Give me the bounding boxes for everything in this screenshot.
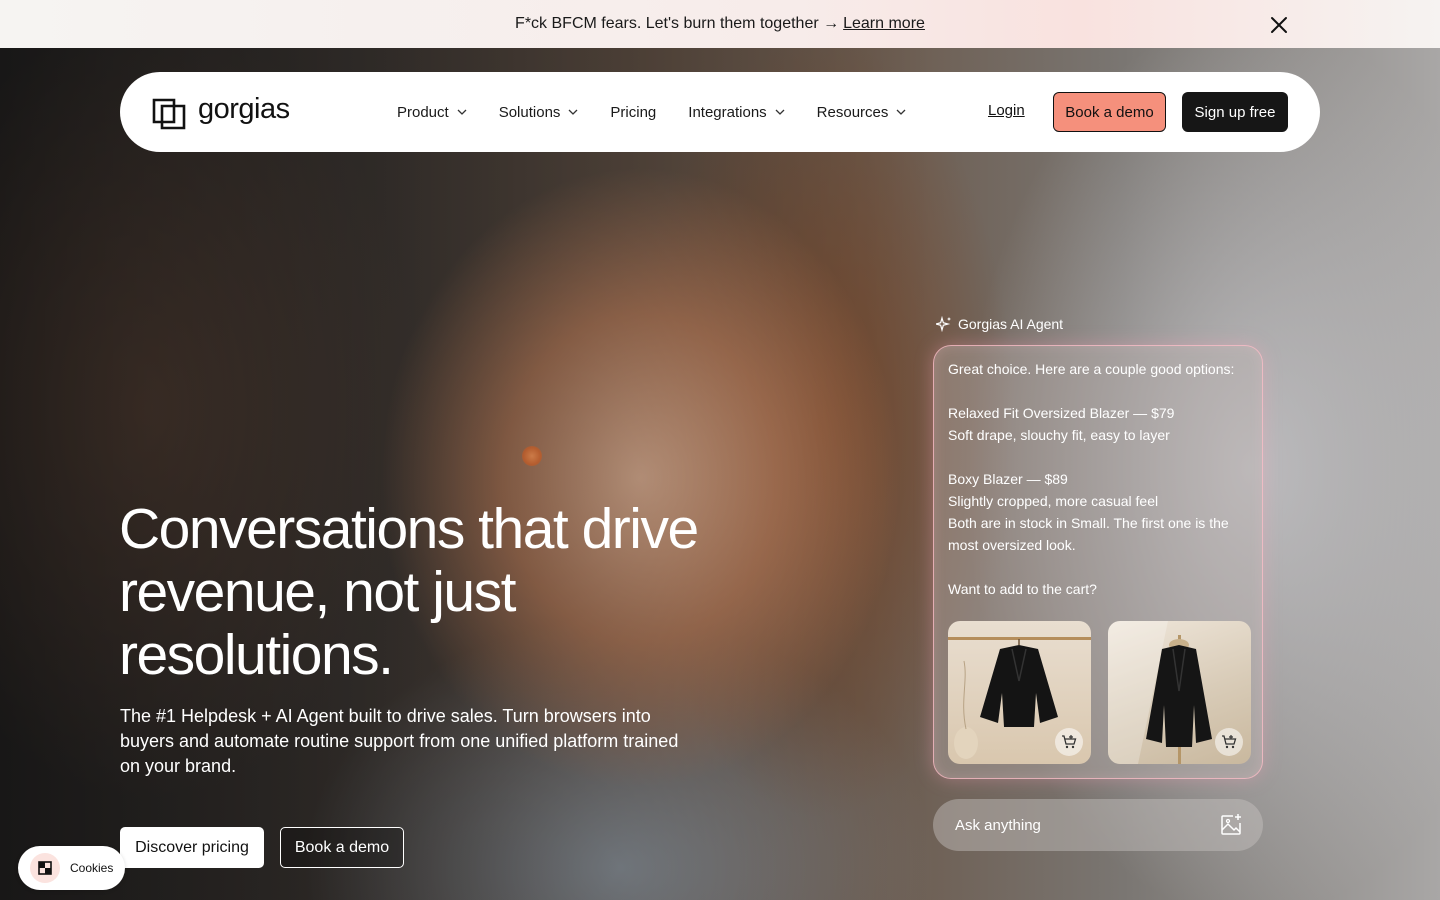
product-card-relaxed-blazer[interactable] bbox=[948, 621, 1091, 764]
chat-option1-title: Relaxed Fit Oversized Blazer — $79 bbox=[948, 405, 1175, 421]
nav-item-pricing[interactable]: Pricing bbox=[610, 104, 656, 121]
chat-intro: Great choice. Here are a couple good opt… bbox=[948, 361, 1235, 377]
nav-item-label: Product bbox=[397, 103, 449, 121]
discover-pricing-button[interactable]: Discover pricing bbox=[120, 827, 264, 868]
announcement-learn-more-link[interactable]: Learn more bbox=[843, 15, 925, 33]
login-link[interactable]: Login bbox=[988, 102, 1025, 119]
nav-item-label: Solutions bbox=[498, 103, 561, 121]
agent-label-text: Gorgias AI Agent bbox=[958, 316, 1064, 332]
image-plus-icon bbox=[1221, 814, 1241, 835]
main-navigation: gorgias Product Solutions Pricing Integr… bbox=[120, 72, 1320, 152]
nav-menu: Product Solutions Pricing Integrations R… bbox=[397, 72, 938, 152]
nav-item-label: Pricing bbox=[610, 103, 657, 121]
hero-subheadline: The #1 Helpdesk + AI Agent built to driv… bbox=[120, 706, 679, 776]
product-card-boxy-blazer[interactable] bbox=[1108, 621, 1251, 764]
nav-item-product[interactable]: Product bbox=[397, 104, 467, 121]
nav-item-label: Integrations bbox=[688, 103, 767, 121]
chevron-down-icon bbox=[457, 109, 467, 115]
nav-item-resources[interactable]: Resources bbox=[817, 104, 907, 121]
chevron-down-icon bbox=[896, 109, 906, 115]
chat-question: Want to add to the cart? bbox=[948, 581, 1097, 597]
add-to-cart-button[interactable] bbox=[1215, 728, 1243, 756]
chat-option1-desc: Soft drape, slouchy fit, easy to layer bbox=[948, 427, 1170, 443]
attach-image-button[interactable] bbox=[1219, 813, 1243, 837]
close-icon bbox=[1271, 17, 1287, 33]
hero-book-demo-button[interactable]: Book a demo bbox=[280, 827, 404, 868]
announcement-bar: F*ck BFCM fears. Let's burn them togethe… bbox=[0, 0, 1440, 48]
nav-item-integrations[interactable]: Integrations bbox=[688, 103, 785, 121]
logo-wordmark: gorgias bbox=[198, 92, 290, 125]
sign-up-button[interactable]: Sign up free bbox=[1182, 92, 1288, 132]
cookie-icon-wrap bbox=[30, 853, 60, 883]
product-cards bbox=[948, 621, 1268, 764]
chat-option2-title: Boxy Blazer — $89 bbox=[948, 471, 1068, 487]
nav-book-demo-button[interactable]: Book a demo bbox=[1053, 92, 1166, 132]
chevron-down-icon bbox=[775, 109, 785, 115]
cookies-label: Cookies bbox=[70, 861, 114, 875]
cart-plus-icon bbox=[1222, 735, 1237, 749]
decorative-orb bbox=[522, 446, 542, 466]
ask-bar bbox=[933, 799, 1263, 851]
announcement-text: F*ck BFCM fears. Let's burn them togethe… bbox=[515, 15, 840, 32]
gorgias-logo[interactable]: gorgias bbox=[152, 92, 290, 130]
cookies-button[interactable]: Cookies bbox=[18, 846, 125, 890]
add-to-cart-button[interactable] bbox=[1055, 728, 1083, 756]
agent-chat-message: Great choice. Here are a couple good opt… bbox=[933, 345, 1263, 779]
announcement-close-button[interactable] bbox=[1266, 12, 1292, 38]
chevron-down-icon bbox=[568, 109, 578, 115]
cart-plus-icon bbox=[1062, 735, 1077, 749]
nav-item-solutions[interactable]: Solutions bbox=[499, 104, 579, 121]
cookie-icon bbox=[38, 861, 52, 875]
hero-headline: Conversations that drive revenue, not ju… bbox=[119, 497, 699, 687]
ask-anything-input[interactable] bbox=[955, 816, 1205, 834]
chat-option2-desc: Slightly cropped, more casual feel bbox=[948, 493, 1159, 509]
nav-item-label: Resources bbox=[816, 103, 889, 121]
gorgias-logo-icon bbox=[152, 98, 186, 130]
chat-stock-note: Both are in stock in Small. The first on… bbox=[948, 515, 1229, 553]
agent-label: Gorgias AI Agent bbox=[936, 316, 1063, 332]
sparkle-icon bbox=[936, 316, 951, 332]
